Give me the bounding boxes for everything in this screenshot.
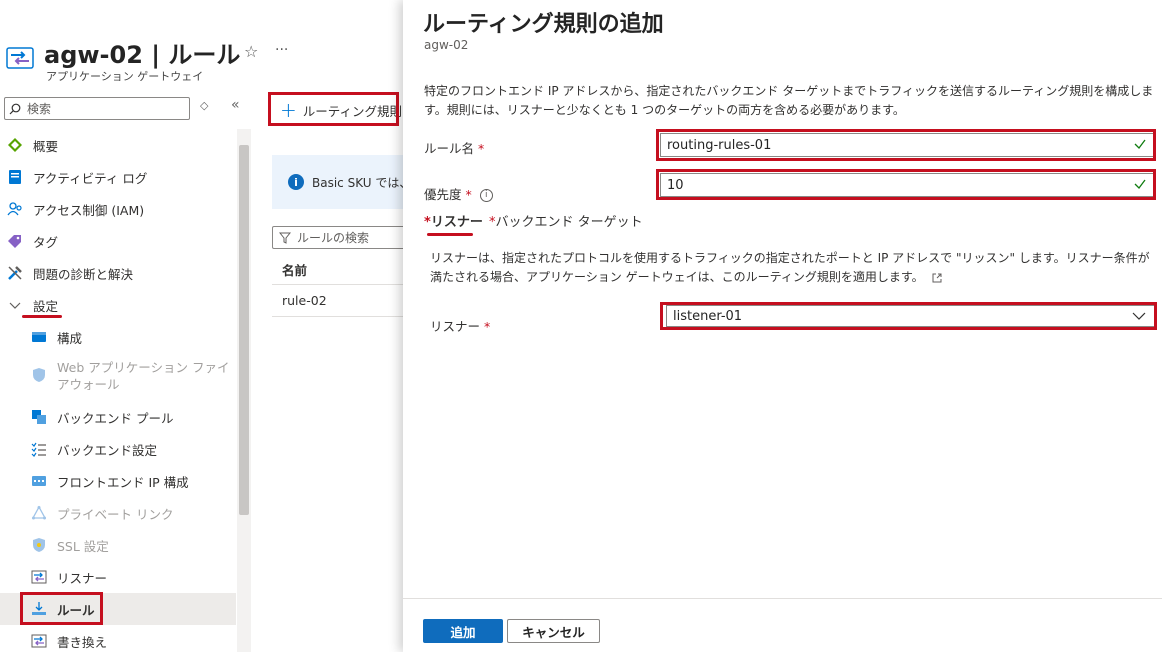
filter-icon xyxy=(279,232,291,244)
add-routing-rule-panel: ルーティング規則の追加 agw-02 特定のフロントエンド IP アドレスから、… xyxy=(403,0,1162,652)
resource-type: アプリケーション ゲートウェイ xyxy=(46,70,204,83)
panel-title: ルーティング規則の追加 xyxy=(423,12,664,37)
rules-highlight-annotation xyxy=(20,592,103,625)
private-link-icon xyxy=(31,505,47,520)
footer-divider xyxy=(403,598,1162,599)
header-divider xyxy=(272,284,403,285)
activity-log-icon xyxy=(9,170,21,184)
collapse-icon[interactable]: « xyxy=(231,97,240,113)
frontend-ip-icon xyxy=(32,476,46,486)
info-banner: i Basic SKU では、 xyxy=(272,155,403,209)
page-title: agw-02 | ルール xyxy=(44,41,241,69)
sidebar-item-waf[interactable]: Web アプリケーション ファイ アウォール xyxy=(0,357,236,401)
search-placeholder: 検索 xyxy=(27,102,52,116)
rewrite-icon xyxy=(31,634,47,648)
settings-underline-annotation xyxy=(22,315,62,318)
sidebar-item-ssl-settings[interactable]: SSL 設定 xyxy=(0,529,236,561)
column-header-name[interactable]: 名前 xyxy=(282,260,307,279)
waf-icon xyxy=(33,368,45,382)
sort-icon[interactable]: ◇ xyxy=(200,99,208,112)
sidebar-item-diagnose[interactable]: 問題の診断と解決 xyxy=(0,257,236,289)
sidebar-item-listeners[interactable]: リスナー xyxy=(0,561,236,593)
listener-label: リスナー * xyxy=(430,319,491,334)
ellipsis-icon[interactable]: ··· xyxy=(275,42,288,58)
listener-icon xyxy=(31,570,47,584)
panel-subtitle: agw-02 xyxy=(424,38,469,52)
overview-icon xyxy=(8,138,22,152)
tab-backend-targets[interactable]: *バックエンド ターゲット xyxy=(489,211,643,230)
backend-pool-icon xyxy=(32,410,46,424)
iam-icon xyxy=(7,202,22,216)
configuration-icon xyxy=(32,332,46,342)
sidebar-item-configuration[interactable]: 構成 xyxy=(0,321,236,353)
tab-listener[interactable]: *リスナー xyxy=(424,211,483,230)
rule-name-highlight-annotation xyxy=(656,129,1156,161)
rule-name-label: ルール名 * xyxy=(424,141,485,156)
priority-label: 優先度 * i xyxy=(424,184,493,203)
resource-header: agw-02 | ルール アプリケーション ゲートウェイ ☆ ··· xyxy=(0,30,400,86)
sidebar-scrollbar[interactable] xyxy=(237,129,251,652)
cancel-button[interactable]: キャンセル xyxy=(507,619,600,643)
info-icon: i xyxy=(288,174,304,190)
search-icon xyxy=(9,103,21,114)
listener-highlight-annotation xyxy=(660,302,1157,330)
sidebar-item-frontend-ip[interactable]: フロントエンド IP 構成 xyxy=(0,465,236,497)
row-divider xyxy=(272,316,403,317)
listener-description: リスナーは、指定されたプロトコルを使用するトラフィックの指定されたポートと IP… xyxy=(430,251,1150,284)
sidebar-item-backend-settings[interactable]: バックエンド設定 xyxy=(0,433,236,465)
table-row[interactable]: rule-02 xyxy=(282,293,327,308)
add-button[interactable]: 追加 xyxy=(423,619,503,643)
backend-settings-icon xyxy=(31,442,46,457)
sidebar-item-backend-pools[interactable]: バックエンド プール xyxy=(0,401,236,433)
tag-icon xyxy=(8,235,21,248)
sidebar-item-overview[interactable]: 概要 xyxy=(0,129,236,161)
sidebar-item-activity-log[interactable]: アクティビティ ログ xyxy=(0,161,236,193)
add-rule-highlight-annotation xyxy=(268,92,399,126)
star-icon[interactable]: ☆ xyxy=(244,42,258,61)
scrollbar-thumb[interactable] xyxy=(239,145,249,515)
ssl-icon xyxy=(33,538,45,552)
sidebar-item-iam[interactable]: アクセス制御 (IAM) xyxy=(0,193,236,225)
sidebar-item-rewrites[interactable]: 書き換え xyxy=(0,625,236,652)
rule-filter-input[interactable]: ルールの検索 xyxy=(272,226,412,249)
sidebar-item-private-link[interactable]: プライベート リンク xyxy=(0,497,236,529)
sidebar-search-input[interactable]: 検索 xyxy=(4,97,190,120)
info-icon[interactable]: i xyxy=(479,189,493,202)
external-link-icon[interactable] xyxy=(932,273,942,283)
chevron-down-icon xyxy=(9,302,21,309)
priority-highlight-annotation xyxy=(656,169,1156,200)
application-gateway-icon xyxy=(6,47,34,69)
listener-tab-underline-annotation xyxy=(427,233,473,236)
sidebar-item-tags[interactable]: タグ xyxy=(0,225,236,257)
panel-description: 特定のフロントエンド IP アドレスから、指定されたバックエンド ターゲットまで… xyxy=(424,84,1154,117)
diagnose-icon xyxy=(8,266,22,280)
